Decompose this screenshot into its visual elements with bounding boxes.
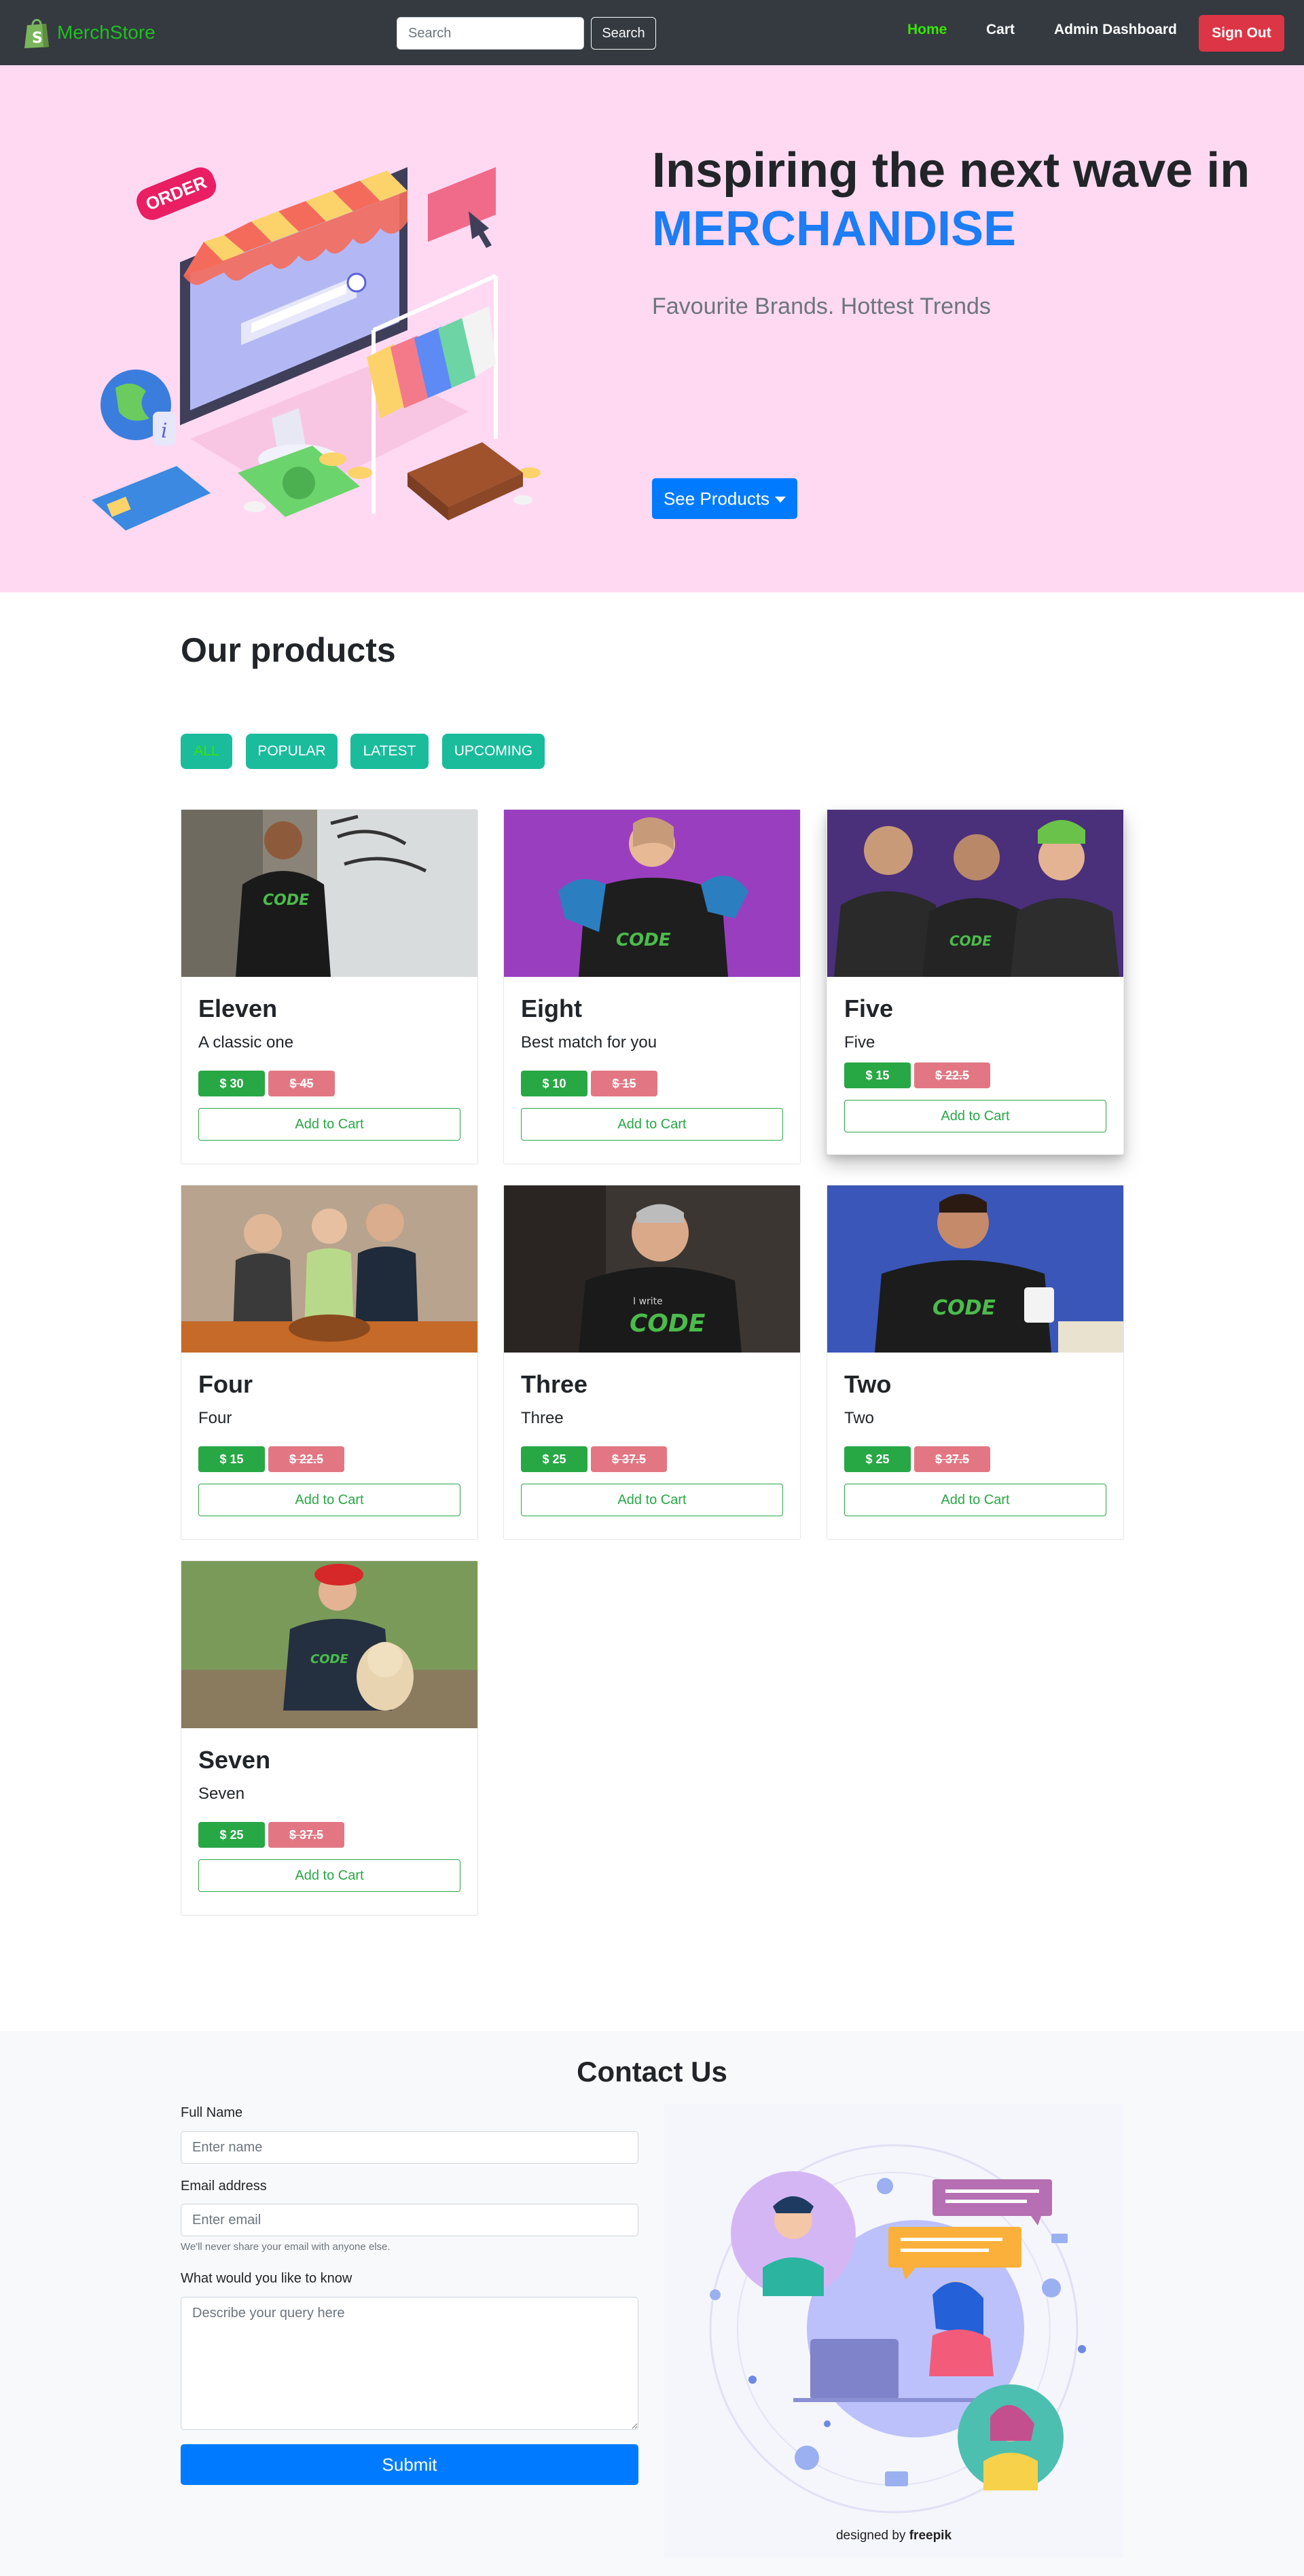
brand-name: MerchStore	[57, 22, 156, 43]
product-name: Two	[844, 1370, 892, 1398]
image-credit: designed by freepik	[664, 2528, 1123, 2543]
product-price: $ 25	[521, 1446, 587, 1472]
filter-all[interactable]: ALL	[181, 734, 232, 769]
caret-down-icon	[775, 497, 786, 503]
see-products-label: See Products	[663, 488, 770, 509]
product-price: $ 30	[198, 1071, 265, 1096]
credit-prefix: designed by	[835, 2528, 906, 2543]
query-label: What would you like to know	[181, 2271, 352, 2286]
product-old-price: $ 22.5	[914, 1062, 990, 1088]
online-shopping-illustration: ORDER i	[92, 167, 541, 531]
add-to-cart-button[interactable]: Add to Cart	[198, 1108, 460, 1141]
product-old-price: $ 45	[268, 1071, 335, 1096]
svg-text:CODE: CODE	[263, 892, 309, 909]
search-button[interactable]: Search	[591, 17, 656, 50]
nav-link-admin-dashboard[interactable]: Admin Dashboard	[1054, 22, 1177, 38]
product-image: CODE	[181, 810, 477, 977]
email-label: Email address	[181, 2179, 267, 2194]
product-card: Four Four $ 15 $ 22.5 Add to Cart	[181, 1185, 478, 1540]
add-to-cart-button[interactable]: Add to Cart	[521, 1108, 783, 1141]
hero-banner: ORDER i Inspiring the next wave in MERCH…	[0, 65, 1304, 592]
product-name: Eleven	[198, 995, 278, 1022]
product-description: Four	[198, 1409, 232, 1427]
email-field[interactable]	[181, 2204, 638, 2236]
product-old-price: $ 15	[591, 1071, 657, 1096]
product-description: Seven	[198, 1785, 245, 1803]
product-image: CODE	[827, 810, 1123, 977]
product-name: Five	[844, 995, 894, 1022]
svg-text:I write: I write	[633, 1296, 663, 1307]
product-description: Best match for you	[521, 1033, 657, 1052]
search-input[interactable]	[397, 17, 584, 50]
product-old-price: $ 37.5	[591, 1446, 667, 1472]
svg-text:i: i	[161, 419, 168, 443]
product-card: CODE Two Two $ 25 $ 37.5 Add to Cart	[827, 1185, 1124, 1540]
add-to-cart-button[interactable]: Add to Cart	[521, 1484, 783, 1516]
product-description: Three	[521, 1409, 564, 1427]
credit-brand: freepik	[909, 2528, 952, 2543]
svg-text:CODE: CODE	[616, 930, 671, 950]
products-title: Our products	[181, 631, 396, 669]
hero-title-text: Inspiring the next wave in	[652, 143, 1250, 198]
add-to-cart-button[interactable]: Add to Cart	[844, 1484, 1106, 1516]
sign-out-button[interactable]: Sign Out	[1199, 15, 1284, 52]
email-hint: We'll never share your email with anyone…	[181, 2241, 391, 2253]
svg-text:CODE: CODE	[932, 1296, 996, 1320]
product-card: CODE Seven Seven $ 25 $ 37.5 Add to Cart	[181, 1560, 478, 1916]
submit-button[interactable]: Submit	[181, 2444, 638, 2485]
filter-upcoming[interactable]: UPCOMING	[442, 734, 545, 769]
filter-latest[interactable]: LATEST	[350, 734, 429, 769]
product-price: $ 25	[198, 1822, 265, 1848]
navbar: S MerchStore Search Home Cart Admin Dash…	[0, 0, 1304, 65]
add-to-cart-button[interactable]: Add to Cart	[198, 1859, 460, 1892]
svg-text:CODE: CODE	[949, 933, 992, 949]
nav-link-home[interactable]: Home	[907, 22, 947, 38]
product-image: CODE	[827, 1185, 1123, 1353]
brand[interactable]: S MerchStore	[23, 16, 156, 49]
product-name: Three	[521, 1370, 588, 1398]
product-name: Seven	[198, 1746, 271, 1774]
product-description: Two	[844, 1409, 875, 1427]
product-name: Four	[198, 1370, 253, 1398]
product-image: I write CODE	[504, 1185, 800, 1353]
hero-title: Inspiring the next wave in MERCHANDISE	[652, 141, 1263, 258]
filter-popular[interactable]: POPULAR	[246, 734, 338, 769]
query-textarea[interactable]	[181, 2297, 638, 2430]
product-name: Eight	[521, 995, 582, 1022]
product-old-price: $ 37.5	[268, 1822, 344, 1848]
nav-link-cart[interactable]: Cart	[986, 22, 1015, 38]
customer-support-illustration: designed by freepik	[664, 2105, 1123, 2558]
full-name-label: Full Name	[181, 2105, 243, 2120]
product-image: CODE	[504, 810, 800, 977]
svg-text:CODE: CODE	[630, 1310, 706, 1338]
svg-text:CODE: CODE	[310, 1652, 348, 1666]
product-price: $ 10	[521, 1071, 587, 1096]
product-card: CODE Eight Best match for you $ 10 $ 15 …	[503, 809, 801, 1164]
product-price: $ 15	[844, 1062, 911, 1088]
add-to-cart-button[interactable]: Add to Cart	[844, 1100, 1106, 1132]
product-card: I write CODE Three Three $ 25 $ 37.5 Add…	[503, 1185, 801, 1540]
svg-text:S: S	[32, 30, 43, 47]
see-products-button[interactable]: See Products	[652, 478, 797, 519]
hero-title-accent: MERCHANDISE	[652, 202, 1017, 256]
product-old-price: $ 22.5	[268, 1446, 344, 1472]
product-description: Five	[844, 1033, 875, 1052]
product-image: CODE	[181, 1561, 477, 1728]
full-name-field[interactable]	[181, 2131, 638, 2164]
shopping-bag-logo-icon: S	[24, 18, 49, 48]
product-description: A classic one	[198, 1033, 294, 1052]
add-to-cart-button[interactable]: Add to Cart	[198, 1484, 460, 1516]
product-price: $ 15	[198, 1446, 265, 1472]
hero-subtitle: Favourite Brands. Hottest Trends	[652, 293, 991, 319]
product-old-price: $ 37.5	[914, 1446, 990, 1472]
product-card: CODE Eleven A classic one $ 30 $ 45 Add …	[181, 809, 478, 1164]
support-team-illustration	[709, 2144, 1086, 2514]
product-card: CODE Five Five $ 15 $ 22.5 Add to Cart	[827, 809, 1124, 1155]
product-price: $ 25	[844, 1446, 911, 1472]
contact-title: Contact Us	[577, 2056, 727, 2088]
product-image	[181, 1185, 477, 1353]
